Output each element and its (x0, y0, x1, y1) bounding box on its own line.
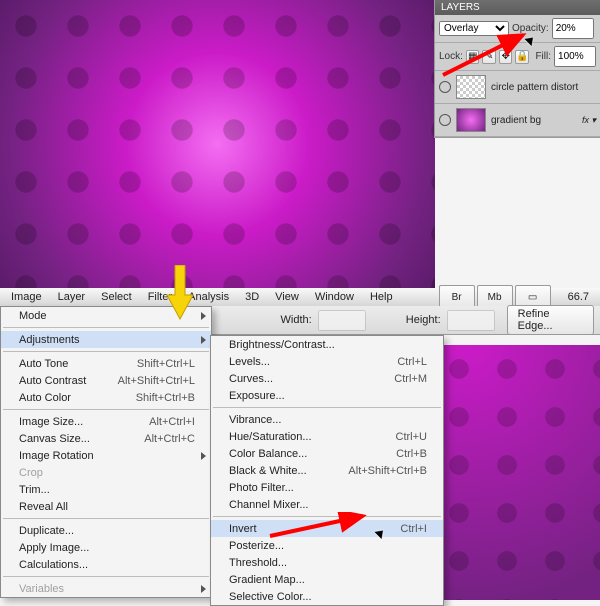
visibility-eye-icon[interactable] (439, 114, 451, 126)
menu-item-mode[interactable]: Mode (1, 307, 211, 324)
menu-layer[interactable]: Layer (51, 289, 93, 305)
fill-field[interactable] (554, 46, 596, 67)
lock-label: Lock: (439, 51, 463, 62)
menu-select[interactable]: Select (94, 289, 139, 305)
menu-item-black-white[interactable]: Black & White...Alt+Shift+Ctrl+B (211, 462, 443, 479)
menu-item-canvas-size[interactable]: Canvas Size...Alt+Ctrl+C (1, 430, 211, 447)
document-canvas-lower (435, 345, 600, 600)
menu-item-crop: Crop (1, 464, 211, 481)
document-canvas[interactable] (0, 0, 435, 288)
menu-item-color-balance[interactable]: Color Balance...Ctrl+B (211, 445, 443, 462)
lock-pixel-icon[interactable]: ✎ (482, 50, 496, 64)
menu-item-channel-mixer[interactable]: Channel Mixer... (211, 496, 443, 513)
menu-window[interactable]: Window (308, 289, 361, 305)
menu-item-image-size[interactable]: Image Size...Alt+Ctrl+I (1, 413, 211, 430)
menu-item-posterize[interactable]: Posterize... (211, 537, 443, 554)
layer-thumbnail[interactable] (456, 108, 486, 132)
layer-name[interactable]: circle pattern distort (491, 82, 578, 93)
lock-position-icon[interactable]: ✥ (499, 50, 513, 64)
menu-image[interactable]: Image (4, 289, 49, 305)
menu-3d[interactable]: 3D (238, 289, 266, 305)
layers-panel-title: LAYERS (435, 0, 600, 15)
lock-transparent-icon[interactable]: ▦ (466, 50, 480, 64)
menu-item-auto-color[interactable]: Auto ColorShift+Ctrl+B (1, 389, 211, 406)
menu-item-vibrance[interactable]: Vibrance... (211, 411, 443, 428)
pattern-overlay (0, 0, 435, 288)
menu-help[interactable]: Help (363, 289, 400, 305)
menu-item-image-rotation[interactable]: Image Rotation (1, 447, 211, 464)
height-field[interactable] (447, 310, 495, 331)
menu-item-variables: Variables (1, 580, 211, 597)
opacity-label: Opacity: (512, 23, 549, 34)
menu-analysis[interactable]: Analysis (181, 289, 236, 305)
menu-item-brightness-contrast[interactable]: Brightness/Contrast... (211, 336, 443, 353)
menu-item-exposure[interactable]: Exposure... (211, 387, 443, 404)
lock-all-icon[interactable]: 🔒 (515, 50, 529, 64)
opacity-field[interactable] (552, 18, 594, 39)
menu-item-gradient-map[interactable]: Gradient Map... (211, 571, 443, 588)
fill-label: Fill: (535, 51, 551, 62)
layer-name[interactable]: gradient bg (491, 115, 541, 126)
height-label: Height: (406, 314, 441, 326)
menu-item-reveal-all[interactable]: Reveal All (1, 498, 211, 515)
layer-row[interactable]: gradient bg fx ▾ (435, 104, 600, 137)
fx-badge: fx ▾ (582, 115, 596, 126)
menu-item-duplicate[interactable]: Duplicate... (1, 522, 211, 539)
menu-item-apply-image[interactable]: Apply Image... (1, 539, 211, 556)
visibility-eye-icon[interactable] (439, 81, 451, 93)
menu-view[interactable]: View (268, 289, 306, 305)
width-label: Width: (281, 314, 312, 326)
menu-item-invert[interactable]: InvertCtrl+I (211, 520, 443, 537)
blend-mode-select[interactable]: Overlay (439, 21, 509, 36)
menu-item-levels[interactable]: Levels...Ctrl+L (211, 353, 443, 370)
menu-item-hue-saturation[interactable]: Hue/Saturation...Ctrl+U (211, 428, 443, 445)
menu-item-adjustments[interactable]: Adjustments (1, 331, 211, 348)
menu-filter[interactable]: Filter (141, 289, 179, 305)
menu-item-curves[interactable]: Curves...Ctrl+M (211, 370, 443, 387)
submenu-adjustments[interactable]: Brightness/Contrast...Levels...Ctrl+LCur… (210, 335, 444, 606)
refine-edge-button[interactable]: Refine Edge... (507, 305, 594, 335)
layers-panel[interactable]: LAYERS Overlay Opacity: Lock: ▦ ✎ ✥ 🔒 Fi… (434, 0, 600, 138)
menu-image[interactable]: ModeAdjustmentsAuto ToneShift+Ctrl+LAuto… (0, 306, 212, 598)
layer-thumbnail[interactable] (456, 75, 486, 99)
menu-item-auto-contrast[interactable]: Auto ContrastAlt+Shift+Ctrl+L (1, 372, 211, 389)
menu-item-threshold[interactable]: Threshold... (211, 554, 443, 571)
layer-row[interactable]: circle pattern distort (435, 71, 600, 104)
menu-item-selective-color[interactable]: Selective Color... (211, 588, 443, 605)
width-field[interactable] (318, 310, 366, 331)
menu-item-trim[interactable]: Trim... (1, 481, 211, 498)
menu-item-calculations[interactable]: Calculations... (1, 556, 211, 573)
menu-item-auto-tone[interactable]: Auto ToneShift+Ctrl+L (1, 355, 211, 372)
menu-item-photo-filter[interactable]: Photo Filter... (211, 479, 443, 496)
zoom-level: 66.7 (561, 289, 596, 305)
